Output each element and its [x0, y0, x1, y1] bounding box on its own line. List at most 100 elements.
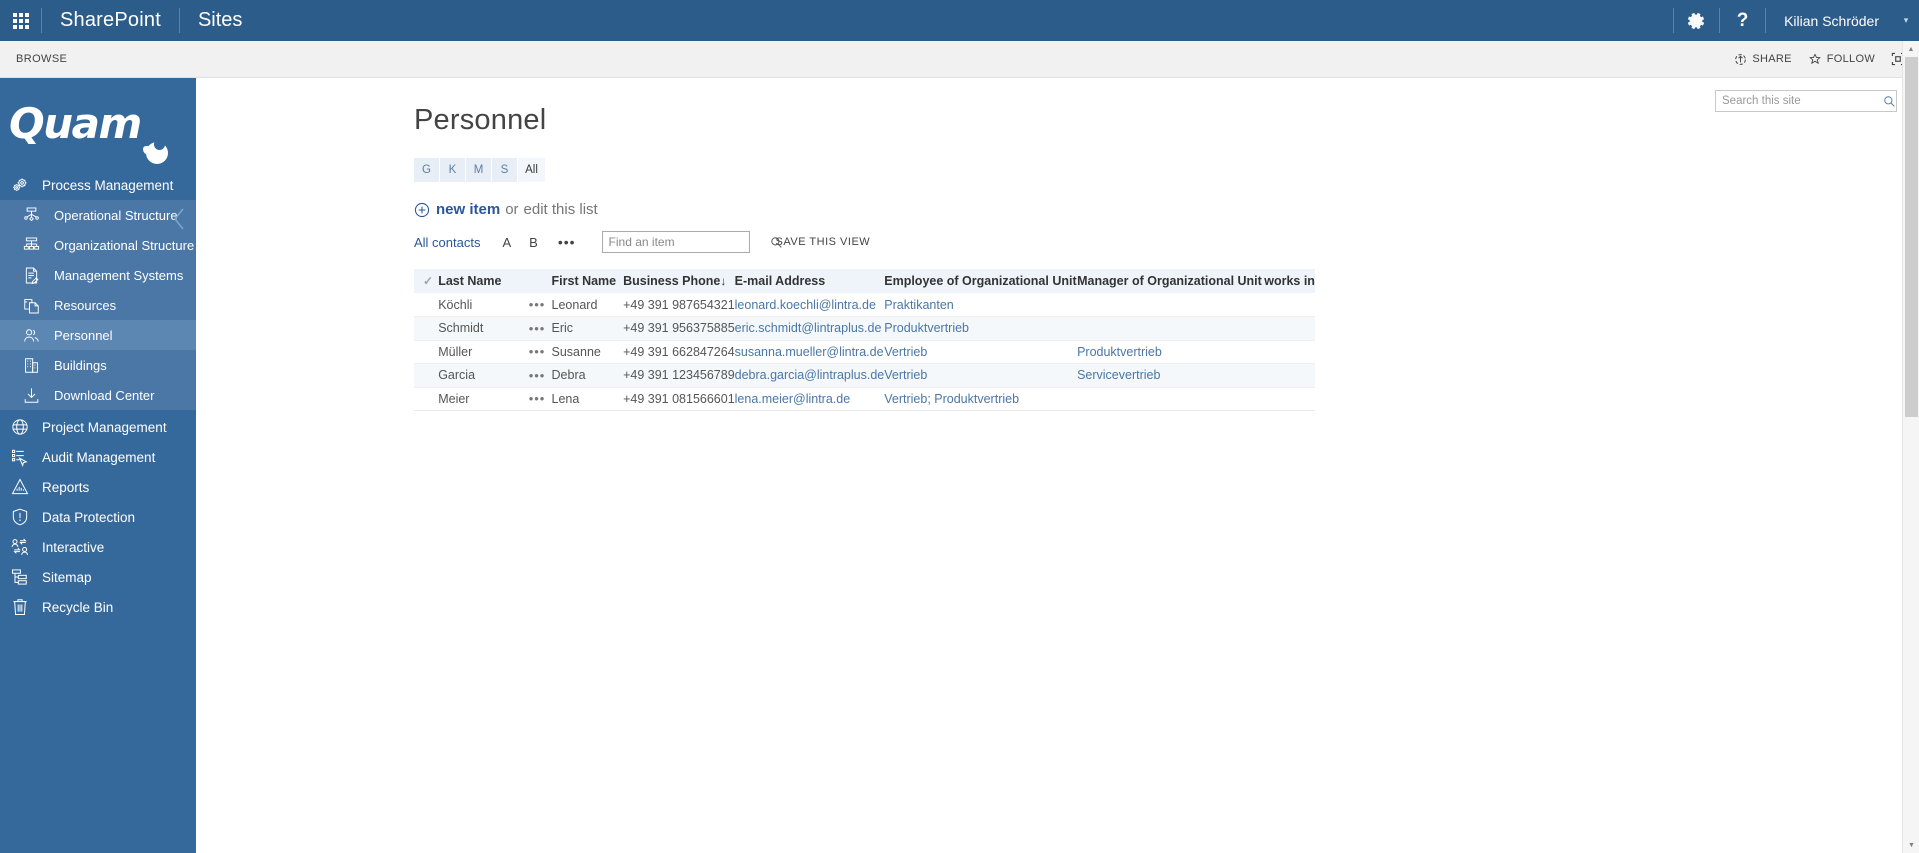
- page-title: Personnel: [414, 104, 547, 136]
- page-vertical-scrollbar[interactable]: ▲ ▼: [1902, 41, 1919, 853]
- select-all-column-header[interactable]: ✓: [414, 269, 439, 293]
- follow-button[interactable]: FOLLOW: [1808, 53, 1875, 66]
- row-actions-ellipsis-button[interactable]: •••: [529, 368, 546, 383]
- row-actions-ellipsis-button[interactable]: •••: [529, 297, 546, 312]
- view-more-ellipsis-button[interactable]: •••: [558, 235, 576, 249]
- filter-pill-s[interactable]: S: [492, 158, 518, 182]
- table-row[interactable]: Meier ••• Lena +49 391 081566601 lena.me…: [414, 387, 1315, 411]
- sidebar-item-organizational-structure[interactable]: Organizational Structure: [0, 230, 196, 260]
- table-row[interactable]: Schmidt ••• Eric +49 391 956375885 eric.…: [414, 316, 1315, 341]
- scroll-down-button[interactable]: ▼: [1903, 837, 1919, 853]
- column-header-works-in[interactable]: works in: [1264, 269, 1315, 293]
- filter-pill-g[interactable]: G: [414, 158, 440, 182]
- cell-employee-of-link[interactable]: Vertrieb: [884, 345, 927, 359]
- cell-email-link[interactable]: leonard.koechli@lintra.de: [735, 298, 876, 312]
- cell-employee-of-link[interactable]: Praktikanten: [884, 298, 953, 312]
- column-header-manager-of-org-unit[interactable]: Manager of Organizational Unit: [1077, 269, 1265, 293]
- site-search-input[interactable]: [1716, 91, 1882, 111]
- cell-email-link[interactable]: lena.meier@lintra.de: [735, 392, 851, 406]
- sidebar-item-download-center[interactable]: Download Center: [0, 380, 196, 410]
- sidebar-item-recycle-bin[interactable]: Recycle Bin: [0, 592, 196, 622]
- find-an-item-box[interactable]: [601, 231, 782, 253]
- row-actions-ellipsis-button[interactable]: •••: [529, 344, 546, 359]
- cell-last-name: Meier: [438, 387, 529, 411]
- checklist-cursor-icon: [10, 447, 40, 467]
- sharepoint-brand[interactable]: SharePoint: [42, 0, 179, 41]
- view-filter-a[interactable]: A: [502, 235, 511, 250]
- column-header-last-name[interactable]: Last Name: [438, 269, 529, 293]
- edit-this-list-link[interactable]: edit this list: [524, 201, 598, 218]
- filter-pill-m[interactable]: M: [466, 158, 492, 182]
- cell-employee-of-link[interactable]: Vertrieb; Produktvertrieb: [884, 392, 1019, 406]
- cell-first-name: Debra: [551, 363, 624, 388]
- cell-first-name: Eric: [551, 316, 624, 341]
- sidebar-item-personnel[interactable]: Personnel: [0, 320, 196, 350]
- sidebar-item-data-protection[interactable]: Data Protection: [0, 502, 196, 532]
- view-filter-b[interactable]: B: [529, 235, 538, 250]
- sidebar-label: Download Center: [54, 387, 155, 403]
- sidebar-label: Reports: [42, 479, 90, 495]
- view-all-contacts[interactable]: All contacts: [414, 235, 480, 250]
- scroll-up-button[interactable]: ▲: [1903, 41, 1919, 57]
- column-header-email-address[interactable]: E-mail Address: [734, 269, 885, 293]
- cell-email-link[interactable]: susanna.mueller@lintra.de: [735, 345, 884, 359]
- find-an-item-input[interactable]: [602, 232, 770, 252]
- row-actions-ellipsis-button[interactable]: •••: [529, 391, 546, 406]
- globe-icon: [10, 417, 40, 437]
- ribbon-bar: BROWSE SHARE FOLLOW: [0, 41, 1919, 78]
- row-select-cell[interactable]: [414, 340, 439, 364]
- quam-logo[interactable]: Quam: [0, 78, 196, 170]
- table-row[interactable]: Müller ••• Susanne +49 391 662847264 sus…: [414, 340, 1315, 364]
- share-label: SHARE: [1752, 53, 1792, 65]
- row-select-cell[interactable]: [414, 387, 439, 411]
- cell-employee-of-link[interactable]: Vertrieb: [884, 368, 927, 382]
- cell-business-phone: +49 391 987654321: [623, 293, 735, 317]
- column-header-first-name[interactable]: First Name: [551, 269, 624, 293]
- table-row[interactable]: Köchli ••• Leonard +49 391 987654321 leo…: [414, 293, 1315, 317]
- scroll-thumb[interactable]: [1905, 57, 1918, 417]
- settings-gear-button[interactable]: [1674, 0, 1719, 41]
- sidebar-item-process-management[interactable]: Process Management: [0, 170, 196, 200]
- filter-pill-all[interactable]: All: [518, 158, 545, 182]
- save-this-view-button[interactable]: SAVE THIS VIEW: [776, 236, 871, 248]
- sidebar-label: Buildings: [54, 357, 107, 373]
- sidebar-item-project-management[interactable]: Project Management: [0, 412, 196, 442]
- sidebar-item-management-systems[interactable]: Management Systems: [0, 260, 196, 290]
- column-header-employee-of-org-unit[interactable]: Employee of Organizational Unit: [884, 269, 1078, 293]
- cell-manager-of-link[interactable]: Servicevertrieb: [1077, 368, 1160, 382]
- sidebar-item-audit-management[interactable]: Audit Management: [0, 442, 196, 472]
- cell-manager-of-link[interactable]: Produktvertrieb: [1077, 345, 1162, 359]
- row-select-cell[interactable]: [414, 363, 439, 388]
- sites-link[interactable]: Sites: [180, 0, 260, 41]
- filter-pill-k[interactable]: K: [440, 158, 466, 182]
- cell-email-link[interactable]: debra.garcia@lintraplus.de: [735, 368, 885, 382]
- tab-browse[interactable]: BROWSE: [0, 53, 67, 65]
- column-header-business-phone[interactable]: Business Phone↓: [623, 269, 735, 293]
- row-actions-ellipsis-button[interactable]: •••: [529, 321, 546, 336]
- new-item-link[interactable]: new item: [436, 201, 500, 218]
- row-select-cell[interactable]: [414, 316, 439, 341]
- sidebar-item-reports[interactable]: Reports: [0, 472, 196, 502]
- user-menu[interactable]: Kilian Schröder: [1766, 0, 1893, 41]
- cell-works-in: [1264, 363, 1315, 388]
- help-button[interactable]: ?: [1720, 0, 1765, 41]
- share-button[interactable]: SHARE: [1734, 53, 1791, 66]
- cell-employee-of-link[interactable]: Produktvertrieb: [884, 321, 969, 335]
- app-launcher-waffle-icon[interactable]: [0, 0, 41, 41]
- site-search-button[interactable]: [1882, 95, 1896, 108]
- user-chevron-down-icon[interactable]: ▾: [1893, 0, 1919, 41]
- sidebar-item-operational-structure[interactable]: Operational Structure: [0, 200, 196, 230]
- sidebar-collapse-button[interactable]: [170, 206, 188, 232]
- table-row[interactable]: Garcia ••• Debra +49 391 123456789 debra…: [414, 363, 1315, 388]
- sidebar-label: Process Management: [42, 177, 174, 193]
- site-search-box[interactable]: [1715, 90, 1897, 112]
- cell-email-link[interactable]: eric.schmidt@lintraplus.de: [735, 321, 882, 335]
- sidebar-item-sitemap[interactable]: Sitemap: [0, 562, 196, 592]
- cell-last-name: Müller: [438, 340, 529, 364]
- contacts-table: ✓ Last Name First Name Business Phone↓ E…: [414, 269, 1315, 411]
- row-select-cell[interactable]: [414, 293, 439, 317]
- sidebar-item-resources[interactable]: Resources: [0, 290, 196, 320]
- sidebar-item-buildings[interactable]: Buildings: [0, 350, 196, 380]
- main-content: Personnel G K M S All new item or edit t…: [196, 78, 1919, 853]
- sidebar-item-interactive[interactable]: Interactive: [0, 532, 196, 562]
